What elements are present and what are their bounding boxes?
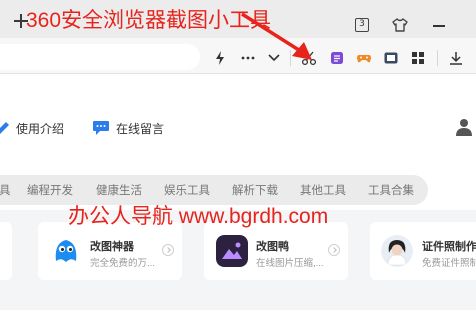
category-tab-programming[interactable]: 编程开发	[27, 182, 73, 198]
category-tab-health[interactable]: 健康生活	[96, 182, 142, 198]
notes-icon[interactable]	[329, 50, 345, 66]
toolbar-divider	[437, 50, 438, 66]
gaitu-logo-icon	[50, 235, 82, 267]
nav-message-link[interactable]: 在线留言	[92, 118, 164, 138]
browser-toolbar	[0, 38, 476, 74]
reader-icon[interactable]	[383, 50, 399, 66]
message-bubble-icon	[93, 121, 109, 135]
category-tab-download[interactable]: 解析下载	[232, 182, 278, 198]
apps-grid-icon[interactable]	[410, 50, 426, 66]
game-icon[interactable]	[356, 50, 372, 66]
category-tab-other[interactable]: 其他工具	[300, 182, 346, 198]
card-description: 在线图片压缩,...	[256, 258, 324, 269]
skin-shirt-icon[interactable]	[392, 17, 408, 33]
card-title: 改图鸭	[256, 241, 289, 253]
category-tab-collection[interactable]: 工具合集	[368, 182, 414, 198]
gaituya-logo-icon	[216, 235, 248, 267]
tab-counter-badge[interactable]: 3	[355, 18, 369, 32]
category-tab-entertainment[interactable]: 娱乐工具	[164, 182, 210, 198]
card-arrow-icon[interactable]	[328, 244, 340, 256]
annotation-arrow-icon	[241, 12, 312, 60]
card-description: 免费证件照制	[422, 258, 476, 269]
id-photo-avatar-icon	[381, 235, 413, 267]
card-arrow-icon[interactable]	[162, 244, 174, 256]
nav-intro-link[interactable]: 使用介绍	[0, 118, 64, 138]
card-title: 证件照制作	[422, 241, 476, 253]
nav-intro-label: 使用介绍	[16, 121, 65, 136]
annotation-title: 360安全浏览器截图小工具	[26, 9, 272, 32]
category-tab-tools[interactable]: 具	[0, 182, 11, 198]
card-description: 完全免费的万...	[90, 258, 155, 269]
minimize-window-button[interactable]	[433, 25, 445, 27]
page-header	[0, 75, 476, 167]
card-title: 改图神器	[90, 241, 134, 253]
tool-card-partial[interactable]	[0, 222, 12, 280]
site-watermark: 办公人导航 www.bgrdh.com	[68, 205, 329, 228]
browser-window: 3 360安全浏览器截图小工具 使用介绍 在线留言 具 编程开发 健康生活 娱乐…	[0, 0, 476, 310]
nav-message-label: 在线留言	[116, 121, 165, 136]
download-icon[interactable]	[448, 50, 464, 66]
user-icon[interactable]	[456, 118, 472, 136]
pencil-icon	[0, 122, 9, 134]
flash-icon[interactable]	[212, 50, 228, 66]
address-bar[interactable]	[0, 44, 200, 70]
